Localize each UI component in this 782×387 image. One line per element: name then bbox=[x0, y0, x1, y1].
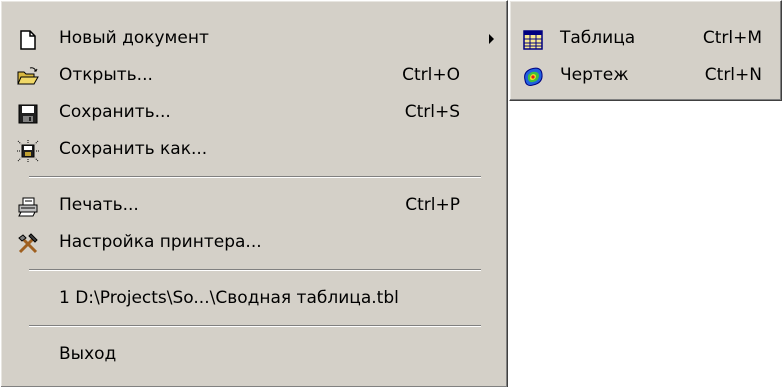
submenu-item-drawing[interactable]: Чертеж Ctrl+N bbox=[510, 57, 781, 94]
menu-item-label: Выход bbox=[59, 344, 117, 364]
menu-item-exit[interactable]: Выход bbox=[1, 336, 507, 373]
menu-item-label: Открыть... bbox=[59, 65, 153, 85]
menu-item-label: Настройка принтера... bbox=[59, 232, 262, 252]
menu-item-printer-setup[interactable]: Настройка принтера... bbox=[1, 224, 507, 261]
new-document-submenu: Таблица Ctrl+M Чертеж Ctrl+N bbox=[509, 0, 782, 101]
menu-item-open[interactable]: Открыть... Ctrl+O bbox=[1, 57, 507, 94]
menu-separator bbox=[1, 168, 507, 187]
menu-item-new-document[interactable]: Новый документ bbox=[1, 20, 507, 57]
save-disk-icon bbox=[17, 102, 39, 124]
menu-item-print[interactable]: Печать... Ctrl+P bbox=[1, 187, 507, 224]
menu-item-shortcut: Ctrl+O bbox=[402, 65, 460, 85]
save-as-icon bbox=[17, 139, 39, 162]
menu-item-recent-file[interactable]: 1 D:\Projects\So...\Сводная таблица.tbl bbox=[1, 280, 507, 317]
menu-item-label: Новый документ bbox=[59, 28, 209, 48]
menu-item-shortcut: Ctrl+S bbox=[404, 102, 460, 122]
submenu-item-table[interactable]: Таблица Ctrl+M bbox=[510, 20, 781, 57]
menu-item-save-as[interactable]: Сохранить как... bbox=[1, 131, 507, 168]
submenu-item-label: Таблица bbox=[560, 28, 636, 48]
table-icon bbox=[522, 28, 544, 50]
menu-separator bbox=[1, 317, 507, 336]
open-folder-icon bbox=[17, 65, 39, 87]
menu-separator bbox=[1, 261, 507, 280]
menu-item-label: Печать... bbox=[59, 195, 139, 215]
printer-setup-icon bbox=[17, 232, 39, 254]
menu-item-label: Сохранить... bbox=[59, 102, 171, 122]
menu-item-label: Сохранить как... bbox=[59, 139, 208, 159]
file-menu: Новый документ Открыть... Ctrl+O Сохрани… bbox=[0, 0, 508, 387]
submenu-item-shortcut: Ctrl+M bbox=[702, 28, 762, 48]
drawing-icon bbox=[522, 65, 544, 87]
submenu-item-shortcut: Ctrl+N bbox=[704, 65, 762, 85]
menu-item-shortcut: Ctrl+P bbox=[405, 195, 460, 215]
printer-icon bbox=[17, 195, 39, 217]
submenu-arrow-icon bbox=[489, 34, 494, 44]
submenu-item-label: Чертеж bbox=[560, 65, 629, 85]
menu-item-label: 1 D:\Projects\So...\Сводная таблица.tbl bbox=[59, 288, 399, 308]
new-document-icon bbox=[17, 28, 39, 50]
menu-item-save[interactable]: Сохранить... Ctrl+S bbox=[1, 94, 507, 131]
